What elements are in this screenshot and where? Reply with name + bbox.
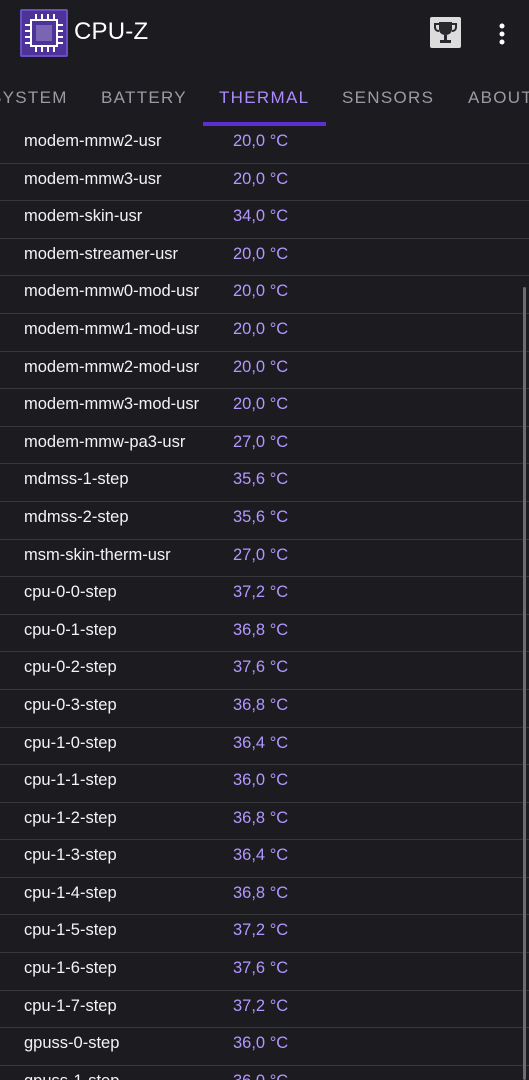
sensor-temperature: 36,4 °C (233, 846, 289, 865)
sensor-temperature: 20,0 °C (233, 282, 289, 301)
sensor-name: cpu-0-0-step (24, 583, 117, 602)
thermal-list[interactable]: modem-mmw2-usr 20,0 °C modem-mmw3-usr 20,0 … (0, 126, 529, 1080)
list-item: modem-mmw2-mod-usr 20,0 °C (0, 352, 529, 390)
sensor-name: modem-mmw2-mod-usr (24, 357, 200, 376)
scrollbar[interactable] (523, 287, 526, 1080)
list-item: msm-skin-therm-usr 27,0 °C (0, 540, 529, 578)
sensor-temperature: 36,0 °C (233, 1034, 289, 1053)
sensor-temperature: 35,6 °C (233, 470, 289, 489)
list-item: modem-mmw-pa3-usr 27,0 °C (0, 427, 529, 465)
sensor-name: modem-streamer-usr (24, 244, 179, 263)
sensor-name: cpu-1-5-step (24, 921, 117, 940)
list-item: gpuss-1-step 36,0 °C (0, 1066, 529, 1080)
sensor-name: modem-mmw3-mod-usr (24, 395, 200, 414)
list-item: cpu-1-0-step 36,4 °C (0, 728, 529, 766)
sensor-temperature: 36,8 °C (233, 620, 289, 639)
list-item: mdmss-2-step 35,6 °C (0, 502, 529, 540)
list-item: cpu-1-5-step 37,2 °C (0, 915, 529, 954)
sensor-name: cpu-1-4-step (24, 883, 117, 902)
sensor-temperature: 36,0 °C (233, 771, 289, 790)
list-item: cpu-1-6-step 37,6 °C (0, 953, 529, 991)
list-item: modem-mmw1-mod-usr 20,0 °C (0, 314, 529, 352)
sensor-temperature: 20,0 °C (233, 169, 289, 188)
trophy-button[interactable] (430, 17, 461, 48)
sensor-temperature: 20,0 °C (233, 319, 289, 338)
sensor-name: cpu-0-2-step (24, 658, 117, 677)
sensor-temperature: 37,6 °C (233, 658, 289, 677)
list-item: modem-mmw3-usr 20,0 °C (0, 164, 529, 202)
list-item: gpuss-0-step 36,0 °C (0, 1028, 529, 1066)
list-item: cpu-1-4-step 36,8 °C (0, 878, 529, 916)
sensor-temperature: 36,8 °C (233, 883, 289, 902)
list-item: cpu-0-3-step 36,8 °C (0, 690, 529, 728)
list-item: cpu-1-1-step 36,0 °C (0, 765, 529, 803)
sensor-temperature: 20,0 °C (233, 395, 289, 414)
sensor-temperature: 37,2 °C (233, 921, 289, 940)
sensor-temperature: 36,8 °C (233, 695, 289, 714)
tab-about[interactable]: ABOUT (468, 88, 529, 108)
sensor-temperature: 20,0 °C (233, 244, 289, 263)
sensor-name: modem-mmw1-mod-usr (24, 319, 200, 338)
tab-sensors[interactable]: SENSORS (342, 88, 434, 108)
tab-bar: SYSTEM BATTERY THERMAL SENSORS ABOUT (0, 66, 529, 126)
more-vert-icon (499, 23, 505, 45)
list-item: cpu-0-1-step 36,8 °C (0, 615, 529, 653)
list-item: cpu-0-2-step 37,6 °C (0, 652, 529, 690)
trophy-icon (434, 22, 457, 43)
list-item: modem-mmw0-mod-usr 20,0 °C (0, 276, 529, 314)
list-item: mdmss-1-step 35,6 °C (0, 464, 529, 502)
sensor-temperature: 27,0 °C (233, 432, 289, 451)
sensor-name: cpu-1-1-step (24, 771, 117, 790)
list-item: cpu-1-7-step 37,2 °C (0, 991, 529, 1029)
list-item: cpu-1-3-step 36,4 °C (0, 840, 529, 878)
cpu-chip-icon (20, 9, 68, 57)
sensor-name: modem-mmw3-usr (24, 169, 162, 188)
list-item: modem-mmw2-usr 20,0 °C (0, 126, 529, 164)
sensor-temperature: 37,2 °C (233, 583, 289, 602)
sensor-name: cpu-1-7-step (24, 996, 117, 1015)
sensor-temperature: 34,0 °C (233, 207, 289, 226)
app-bar: CPU-Z (0, 0, 529, 66)
sensor-temperature: 36,0 °C (233, 1072, 288, 1080)
sensor-name: modem-skin-usr (24, 207, 143, 226)
overflow-menu-button[interactable] (490, 18, 514, 48)
sensor-temperature: 20,0 °C (233, 132, 289, 150)
app-title: CPU-Z (74, 18, 149, 45)
sensor-name: cpu-0-1-step (24, 620, 117, 639)
sensor-name: modem-mmw0-mod-usr (24, 282, 200, 301)
sensor-temperature: 36,8 °C (233, 808, 289, 827)
sensor-temperature: 35,6 °C (233, 507, 289, 526)
sensor-temperature: 37,6 °C (233, 959, 289, 978)
sensor-name: gpuss-0-step (24, 1034, 120, 1053)
sensor-name: mdmss-1-step (24, 470, 129, 489)
app-screen: CPU-Z SYSTEM BATTERY THERMAL SENSORS ABO… (0, 0, 529, 1080)
sensor-temperature: 36,4 °C (233, 733, 289, 752)
sensor-name: msm-skin-therm-usr (24, 545, 171, 564)
tab-system[interactable]: SYSTEM (0, 88, 68, 108)
sensor-name: modem-mmw2-usr (24, 132, 162, 150)
tab-thermal[interactable]: THERMAL (219, 88, 309, 108)
sensor-temperature: 20,0 °C (233, 357, 289, 376)
sensor-name: gpuss-1-step (24, 1072, 119, 1080)
sensor-temperature: 27,0 °C (233, 545, 289, 564)
list-item: cpu-1-2-step 36,8 °C (0, 803, 529, 841)
tab-battery[interactable]: BATTERY (101, 88, 187, 108)
list-item: modem-streamer-usr 20,0 °C (0, 239, 529, 277)
sensor-name: cpu-0-3-step (24, 695, 117, 714)
list-item: cpu-0-0-step 37,2 °C (0, 577, 529, 615)
list-item: modem-skin-usr 34,0 °C (0, 201, 529, 239)
sensor-temperature: 37,2 °C (233, 996, 289, 1015)
sensor-name: cpu-1-2-step (24, 808, 117, 827)
sensor-name: cpu-1-3-step (24, 846, 117, 865)
list-item: modem-mmw3-mod-usr 20,0 °C (0, 389, 529, 427)
sensor-name: mdmss-2-step (24, 507, 129, 526)
sensor-name: modem-mmw-pa3-usr (24, 432, 186, 451)
sensor-name: cpu-1-6-step (24, 959, 117, 978)
sensor-name: cpu-1-0-step (24, 733, 117, 752)
